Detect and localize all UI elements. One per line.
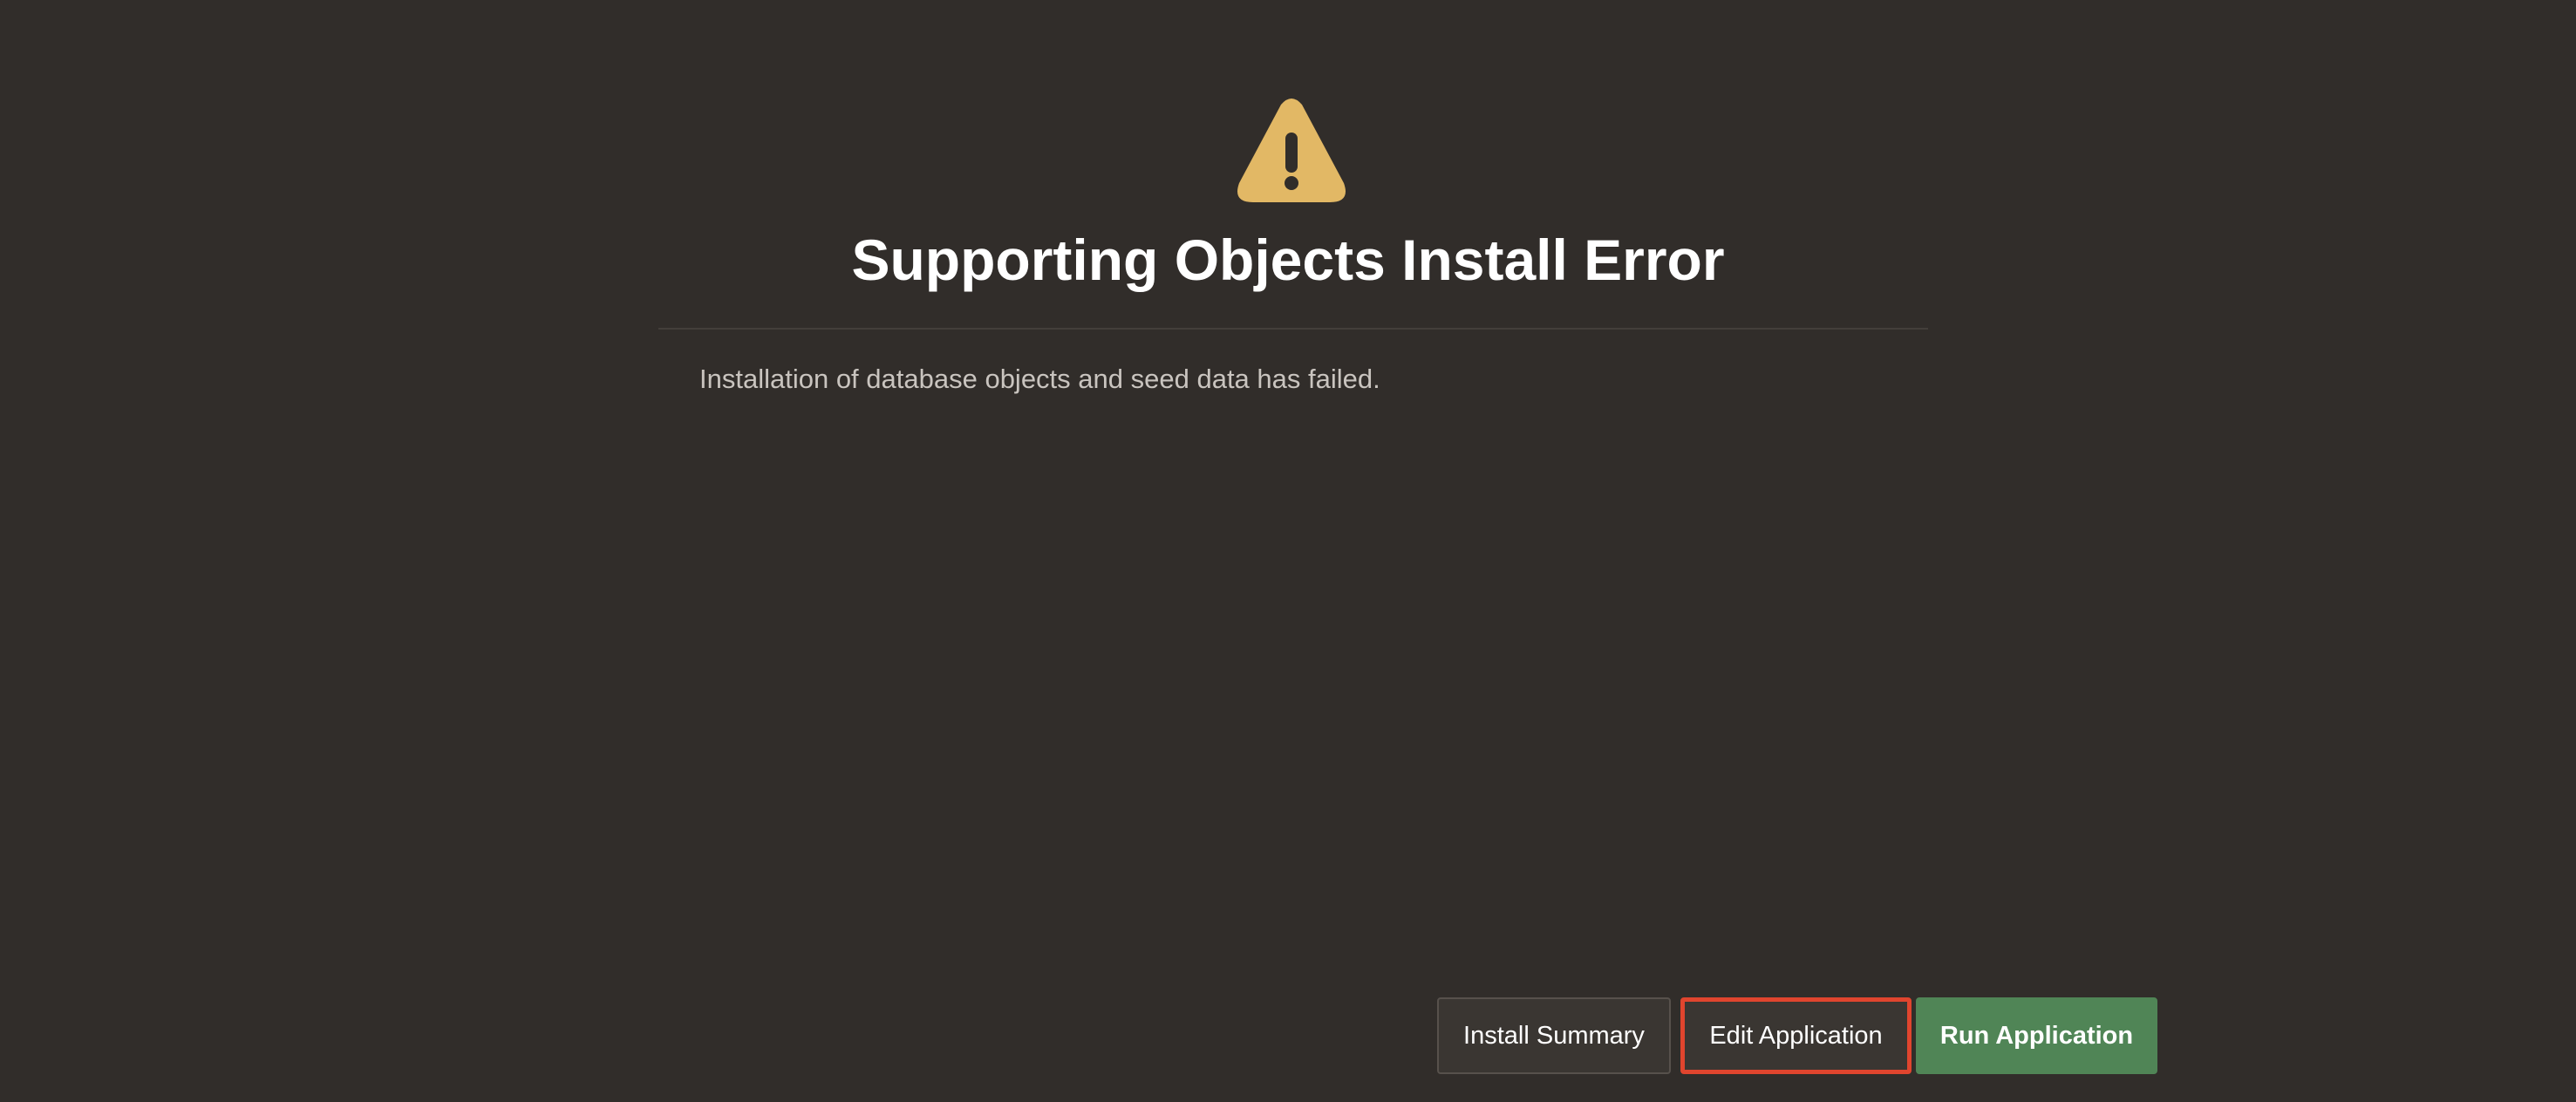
- install-summary-button[interactable]: Install Summary: [1437, 997, 1671, 1074]
- edit-application-button[interactable]: Edit Application: [1680, 997, 1912, 1074]
- error-message: Installation of database objects and see…: [699, 364, 1380, 394]
- warning-triangle-icon: [1237, 99, 1346, 202]
- page-title: Supporting Objects Install Error: [851, 228, 1725, 292]
- run-application-button[interactable]: Run Application: [1916, 997, 2157, 1074]
- install-error-page: Supporting Objects Install Error Install…: [0, 0, 2576, 1102]
- title-divider: [658, 328, 1928, 330]
